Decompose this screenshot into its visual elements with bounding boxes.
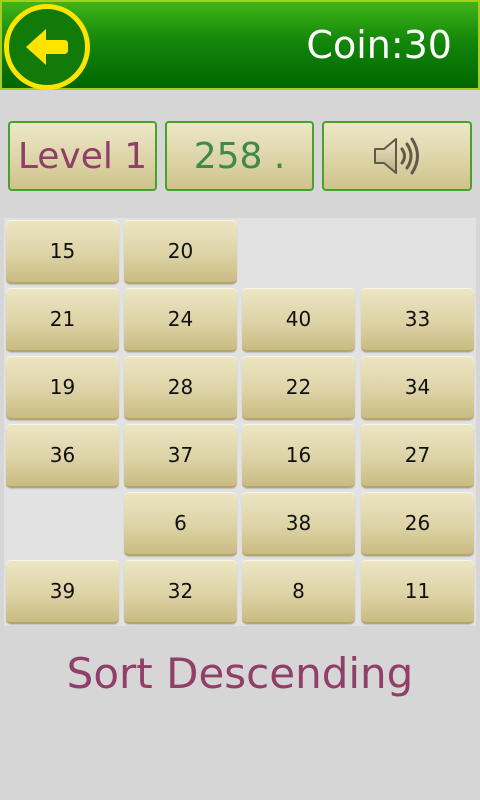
number-tile[interactable]: 20 <box>124 220 237 284</box>
number-tile[interactable]: 40 <box>242 288 355 352</box>
top-bar: Coin:30 <box>0 0 480 90</box>
number-tile[interactable]: 11 <box>361 560 474 624</box>
number-tile[interactable]: 37 <box>124 424 237 488</box>
number-tile[interactable]: 22 <box>242 356 355 420</box>
number-tile[interactable]: 15 <box>6 220 119 284</box>
number-tile[interactable]: 33 <box>361 288 474 352</box>
level-indicator: Level 1 <box>8 121 157 191</box>
back-button[interactable] <box>4 4 90 90</box>
speaker-icon <box>374 137 419 175</box>
sound-toggle-button[interactable] <box>322 121 472 191</box>
number-tile[interactable]: 39 <box>6 560 119 624</box>
number-tile[interactable]: 24 <box>124 288 237 352</box>
score-display: 258 . <box>165 121 314 191</box>
number-tile[interactable]: 27 <box>361 424 474 488</box>
number-tile[interactable]: 8 <box>242 560 355 624</box>
number-tile[interactable]: 32 <box>124 560 237 624</box>
number-tile[interactable]: 26 <box>361 492 474 556</box>
number-tile[interactable]: 36 <box>6 424 119 488</box>
number-tile[interactable]: 16 <box>242 424 355 488</box>
arrow-left-icon <box>26 29 68 65</box>
number-tile[interactable]: 34 <box>361 356 474 420</box>
coin-counter: Coin:30 <box>306 23 452 67</box>
number-tile[interactable]: 21 <box>6 288 119 352</box>
number-grid: 15 20 21 24 40 33 19 28 22 34 36 37 16 2… <box>4 218 476 626</box>
number-tile[interactable]: 6 <box>124 492 237 556</box>
instruction-text: Sort Descending <box>66 649 414 698</box>
number-tile[interactable]: 19 <box>6 356 119 420</box>
number-tile[interactable]: 28 <box>124 356 237 420</box>
number-tile[interactable]: 38 <box>242 492 355 556</box>
